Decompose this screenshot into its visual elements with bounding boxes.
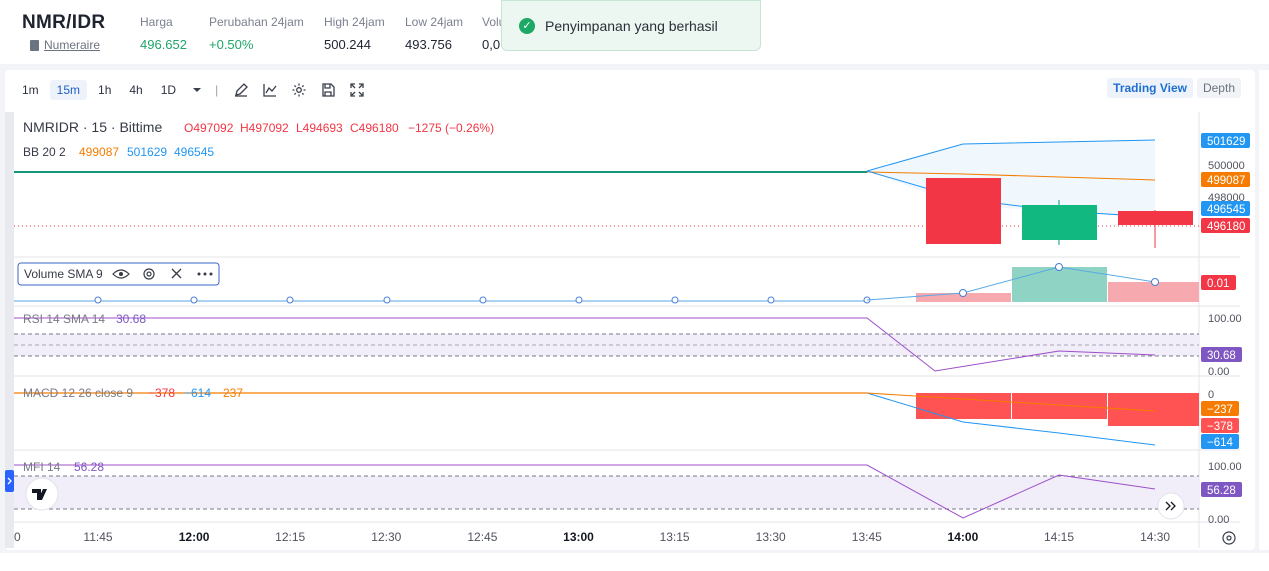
bb-legend-lower: 496545 xyxy=(174,145,214,159)
ohlc-close: C496180 xyxy=(350,121,399,135)
volume-legend: Volume SMA 9 xyxy=(24,267,103,281)
macd-legend-macd: −614 xyxy=(184,386,211,400)
time-tick: 13:45 xyxy=(852,530,882,544)
price-tick: 500000 xyxy=(1208,160,1245,172)
volume-marker xyxy=(1055,263,1063,271)
ohlc-low: L494693 xyxy=(296,121,343,135)
time-axis-edge: 0 xyxy=(14,530,21,544)
macd-zero-tick: 0 xyxy=(1208,389,1214,401)
candle-bearish xyxy=(1118,211,1193,225)
scroll-to-realtime-button[interactable] xyxy=(1157,492,1185,520)
candle-bullish xyxy=(1022,205,1097,240)
time-tick: 12:30 xyxy=(371,530,401,544)
chart-title: NMRIDR · 15 · Bittime xyxy=(23,119,162,135)
volume-marker xyxy=(1151,278,1159,286)
rsi-legend: RSI 14 SMA 14 xyxy=(23,312,105,326)
price-label-basis: 499087 xyxy=(1207,175,1245,187)
time-tick: 14:15 xyxy=(1044,530,1074,544)
app-root: NMR/IDR Numeraire Harga 496.652 Perubaha… xyxy=(0,0,1269,571)
macd-label-signal: −237 xyxy=(1207,404,1233,416)
volume-marker xyxy=(959,289,967,297)
expand-panel-button[interactable] xyxy=(5,470,14,492)
time-tick: 13:00 xyxy=(563,530,594,544)
ohlc-high: H497092 xyxy=(240,121,289,135)
macd-legend: MACD 12 26 close 9 xyxy=(23,386,133,400)
macd-legend-signal: −237 xyxy=(216,386,243,400)
macd-label-hist: −378 xyxy=(1207,421,1233,433)
rsi-last-label: 30.68 xyxy=(1207,350,1236,362)
ohlc-open: O497092 xyxy=(184,121,234,135)
macd-histogram-bar xyxy=(1012,393,1107,419)
ohlc-change: −1275 (−0.26%) xyxy=(408,121,494,135)
volume-last-label: 0.01 xyxy=(1207,278,1229,290)
mfi-band xyxy=(14,476,1199,509)
mfi-legend: MFI 14 xyxy=(23,460,61,474)
rsi-tick: 100.00 xyxy=(1208,313,1242,325)
more-icon[interactable] xyxy=(197,272,213,276)
settings-target-icon[interactable] xyxy=(1222,531,1236,545)
mfi-tick: 100.00 xyxy=(1208,461,1242,473)
time-tick: 14:30 xyxy=(1140,530,1170,544)
mfi-last-label: 56.28 xyxy=(1207,485,1236,497)
price-label-lower: 496545 xyxy=(1207,204,1245,216)
bb-legend-basis: 499087 xyxy=(79,145,119,159)
price-label-last: 496180 xyxy=(1207,221,1245,233)
macd-legend-hist: −378 xyxy=(148,386,175,400)
bb-legend-name: BB 20 2 xyxy=(23,145,66,159)
mfi-legend-value: 56.28 xyxy=(74,460,104,474)
time-tick: 12:15 xyxy=(275,530,305,544)
price-label-upper: 501629 xyxy=(1207,136,1245,148)
rsi-tick: 0.00 xyxy=(1208,366,1229,378)
time-tick: 13:30 xyxy=(756,530,786,544)
time-tick: 14:00 xyxy=(948,530,979,544)
time-tick: 13:15 xyxy=(660,530,690,544)
trading-chart: NMRIDR · 15 · Bittime O497092 H497092 L4… xyxy=(5,112,1250,548)
candle-bearish xyxy=(926,178,1001,244)
macd-label-macd: −614 xyxy=(1207,437,1234,449)
mfi-tick: 0.00 xyxy=(1208,514,1229,526)
time-tick: 11:45 xyxy=(83,530,112,544)
macd-histogram-bar xyxy=(1108,393,1199,426)
time-tick: 12:00 xyxy=(179,530,210,544)
rsi-legend-value: 30.68 xyxy=(116,312,146,326)
time-tick: 12:45 xyxy=(467,530,497,544)
bb-legend-upper: 501629 xyxy=(127,145,167,159)
